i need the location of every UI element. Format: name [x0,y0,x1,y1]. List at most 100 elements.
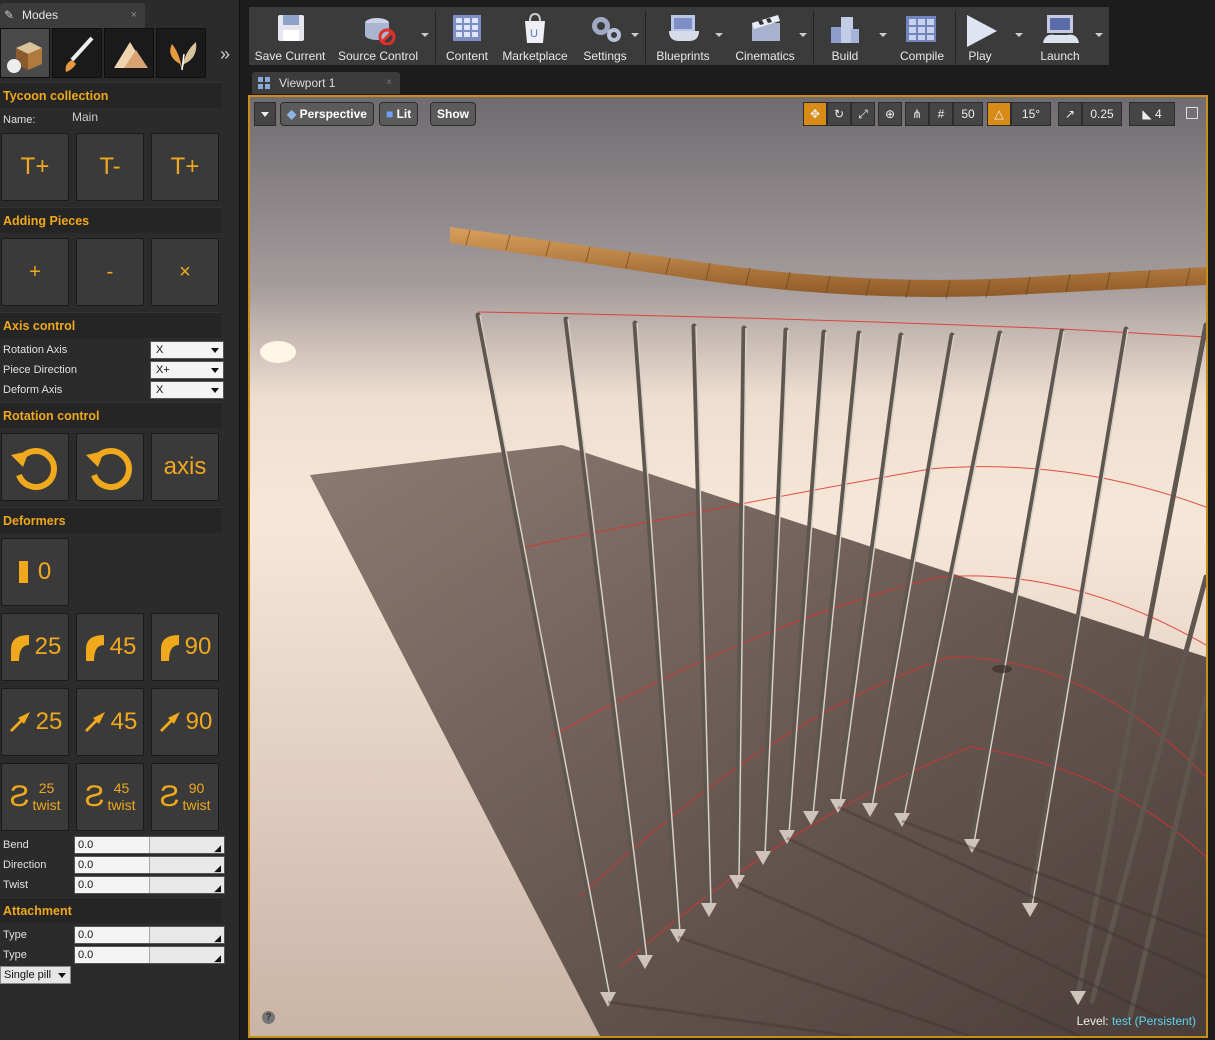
settings-button[interactable]: Settings [579,7,631,67]
surface-snap-icon: ⋔ [911,107,923,121]
landscape-mode-button[interactable] [104,28,154,78]
rotation-snap-value[interactable]: 15° [1011,102,1051,126]
perspective-button[interactable]: ◆ Perspective [280,102,374,126]
straight-deformer-button[interactable]: 0 [1,538,69,606]
sun-glow [260,341,296,363]
bend-icon [160,635,179,661]
place-mode-button[interactable] [0,28,50,78]
rotation-axis-combo[interactable]: X [150,341,224,359]
grid-snap-toggle[interactable]: # [929,102,953,126]
rotate-left-button[interactable] [1,433,69,501]
diagonal-arrow-icon [84,712,105,732]
chevron-down-icon[interactable] [1095,33,1103,37]
bend-45-button[interactable]: 45 [76,613,144,681]
cinematics-button[interactable]: Cinematics [729,7,801,67]
marketplace-label: Marketplace [502,49,568,63]
tycoon-add-button[interactable]: T+ [1,133,69,201]
close-icon[interactable]: × [131,3,137,28]
add-piece-button[interactable]: + [1,238,69,306]
deform-axis-value: X [156,384,164,396]
rotate-mode-button[interactable]: ↻ [827,102,851,126]
deform-axis-combo[interactable]: X [150,381,224,399]
resize-icon: ◢ [214,863,221,873]
type-field[interactable]: 0.0 ◢ [74,926,225,944]
scale-snap-toggle[interactable]: ↗ [1058,102,1082,126]
blueprints-button[interactable]: Blueprints [651,7,715,67]
viewport-scene[interactable] [250,97,1206,1036]
twist-field[interactable]: 0.0 ◢ [74,876,225,894]
clear-pieces-button[interactable]: × [151,238,219,306]
rotate-right-button[interactable] [76,433,144,501]
direction-25-button[interactable]: 25 [1,688,69,756]
launch-button[interactable]: Launch [1031,7,1089,67]
paint-mode-button[interactable] [52,28,102,78]
scale-snap-value[interactable]: 0.25 [1082,102,1122,126]
bend-field[interactable]: 0.0 ◢ [74,836,225,854]
viewport-tab[interactable]: Viewport 1 × [252,72,400,94]
bend-90-button[interactable]: 90 [151,613,219,681]
direction-90-button[interactable]: 90 [151,688,219,756]
pivot-marker[interactable] [992,665,1012,673]
more-modes-icon[interactable]: » [220,44,230,65]
deform-axis-label: Deform Axis [3,384,63,396]
world-local-button[interactable]: ⊕ [878,102,902,126]
toolbar-divider [645,11,646,63]
type-value: 0.0 [78,929,94,941]
chevron-down-icon[interactable] [1015,33,1023,37]
tycoon-add-alt-button[interactable]: T+ [151,133,219,201]
play-button[interactable]: Play [957,7,1003,67]
chevron-down-icon[interactable] [421,33,429,37]
help-icon[interactable]: ? [262,1011,275,1024]
translate-mode-button[interactable]: ✥ [803,102,827,126]
source-control-button[interactable]: Source Control [335,7,421,67]
camera-speed-label: 4 [1154,107,1162,121]
cube-icon [7,42,42,73]
move-icon: ✥ [809,107,821,121]
rotate-axis-button[interactable]: axis [151,433,219,501]
build-button[interactable]: Build [819,7,871,67]
direction-field[interactable]: 0.0 ◢ [74,856,225,874]
chevron-down-icon [211,348,219,353]
lit-button[interactable]: ■ Lit [379,102,419,126]
grid-snap-value[interactable]: 50 [953,102,983,126]
twist-90-value: 90 [188,780,205,796]
chevron-down-icon[interactable] [631,33,639,37]
piece-direction-combo[interactable]: X+ [150,361,224,379]
twist-25-button[interactable]: Ƨ 25 twist [1,763,69,831]
scale-mode-button[interactable]: ⤢ [851,102,875,126]
close-icon[interactable]: × [386,72,392,94]
diagonal-arrow-icon [159,712,180,732]
remove-piece-button[interactable]: - [76,238,144,306]
modes-tab[interactable]: ✎ Modes × [0,3,145,28]
content-button[interactable]: Content [441,7,493,67]
bend-25-button[interactable]: 25 [1,613,69,681]
bend-icon [85,635,104,661]
resize-icon: ◢ [214,953,221,963]
marketplace-button[interactable]: U Marketplace [497,7,573,67]
tycoon-remove-button[interactable]: T- [76,133,144,201]
settings-label: Settings [583,49,627,63]
twist-value: 0.0 [78,879,94,891]
chevron-down-icon[interactable] [715,33,723,37]
chevron-down-icon[interactable] [879,33,887,37]
show-button[interactable]: Show [430,102,476,126]
foliage-mode-button[interactable] [156,28,206,78]
twist-word: twist [182,797,211,813]
compile-button[interactable]: Compile [893,7,951,67]
mesh-type-dropdown[interactable]: Single pill [0,966,71,984]
save-current-label: Save Current [254,49,326,63]
rotation-snap-toggle[interactable]: △ [987,102,1011,126]
camera-speed-button[interactable]: ◣ 4 [1129,102,1175,126]
level-viewport[interactable]: ◆ Perspective ■ Lit Show ✥ ↻ ⤢ ⊕ ⋔ # 50 … [248,95,1208,1038]
save-current-button[interactable]: Save Current [253,7,327,67]
surface-snap-button[interactable]: ⋔ [905,102,929,126]
type-label: Type [3,929,27,941]
chevron-down-icon[interactable] [799,33,807,37]
twist-45-button[interactable]: Ƨ 45 twist [76,763,144,831]
viewport-options-button[interactable] [254,102,276,126]
twist-90-button[interactable]: Ƨ 90 twist [151,763,219,831]
diagonal-arrow-icon [9,712,30,732]
maximize-icon[interactable] [1186,107,1198,119]
direction-45-button[interactable]: 45 [76,688,144,756]
type-field-2[interactable]: 0.0 ◢ [74,946,225,964]
